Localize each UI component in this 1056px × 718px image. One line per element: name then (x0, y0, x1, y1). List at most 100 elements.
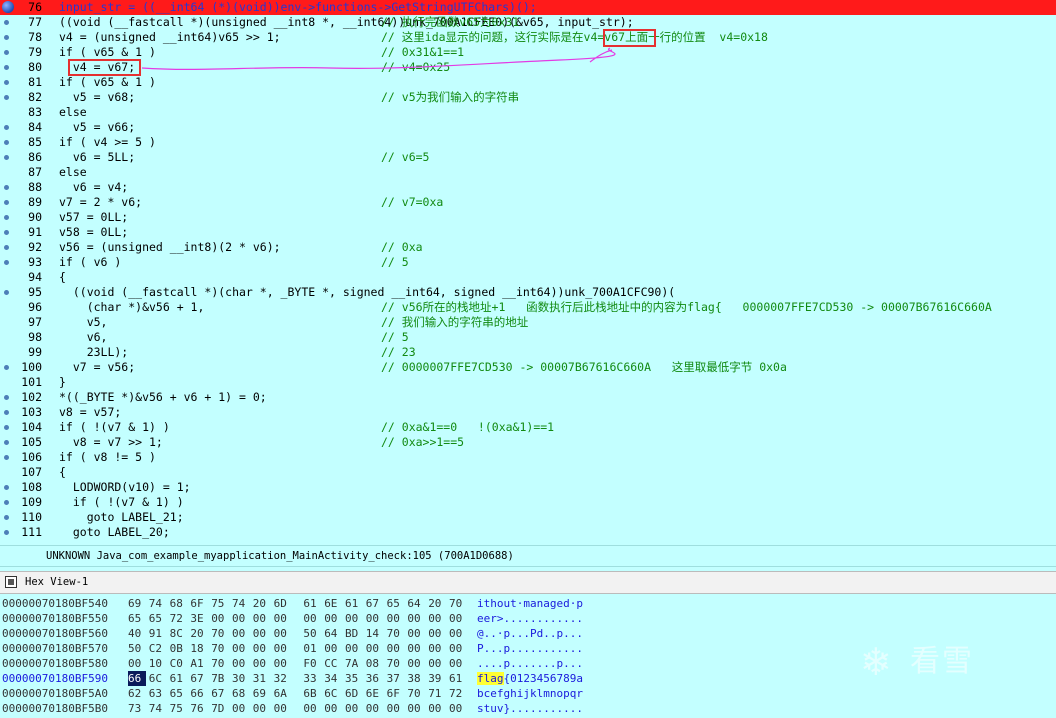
hex-byte[interactable]: 36 (366, 671, 384, 686)
hex-byte[interactable]: 39 (428, 671, 446, 686)
hex-byte[interactable]: 35 (345, 671, 363, 686)
hex-byte[interactable]: 6B (303, 686, 321, 701)
hex-byte[interactable]: 7D (211, 701, 229, 716)
hex-byte[interactable]: 61 (449, 671, 467, 686)
line-gutter[interactable]: 109 (0, 495, 44, 510)
hex-ascii[interactable]: flag{0123456789a (477, 671, 583, 686)
hex-byte[interactable]: 31 (253, 671, 271, 686)
hex-byte[interactable]: 00 (345, 611, 363, 626)
hex-byte[interactable]: 67 (366, 596, 384, 611)
hex-view-tab[interactable]: Hex View-1 (0, 571, 1056, 594)
code-line[interactable]: 84 v5 = v66; (0, 120, 1056, 135)
hex-byte[interactable]: 65 (170, 686, 188, 701)
hex-byte[interactable]: 00 (232, 641, 250, 656)
hex-byte[interactable]: 6E (324, 596, 342, 611)
line-marker-icon[interactable] (4, 500, 9, 505)
hex-byte[interactable]: 6D (274, 596, 292, 611)
code-line[interactable]: 100 v7 = v56; // 0000007FFE7CD530 -> 0000… (0, 360, 1056, 375)
line-marker-icon[interactable] (4, 215, 9, 220)
hex-ascii[interactable]: stuv}........... (477, 701, 583, 716)
hex-byte[interactable]: 00 (428, 611, 446, 626)
line-gutter[interactable]: 87 (0, 165, 44, 180)
hex-byte[interactable]: 65 (149, 611, 167, 626)
hex-byte[interactable]: 00 (449, 641, 467, 656)
hex-byte[interactable]: 01 (303, 641, 321, 656)
line-gutter[interactable]: 100 (0, 360, 44, 375)
hex-byte[interactable]: 91 (149, 626, 167, 641)
code-line[interactable]: 90 v57 = 0LL; (0, 210, 1056, 225)
hex-byte[interactable]: 00 (428, 701, 446, 716)
hex-byte[interactable]: 00 (449, 701, 467, 716)
hex-byte[interactable]: 00 (387, 641, 405, 656)
hex-byte[interactable]: 7B (211, 671, 229, 686)
line-marker-icon[interactable] (4, 155, 9, 160)
hex-byte[interactable]: 75 (211, 596, 229, 611)
hex-byte[interactable]: 61 (303, 596, 321, 611)
hex-byte[interactable]: 3E (190, 611, 208, 626)
hex-byte[interactable]: 6D (345, 686, 363, 701)
code-line[interactable]: 110 goto LABEL_21; (0, 510, 1056, 525)
hex-byte[interactable]: 00 (449, 656, 467, 671)
hex-byte[interactable]: 6C (324, 686, 342, 701)
hex-byte[interactable]: 00 (274, 626, 292, 641)
code-line[interactable]: 102 *((_BYTE *)&v56 + v6 + 1) = 0; (0, 390, 1056, 405)
hex-byte[interactable]: 32 (274, 671, 292, 686)
line-gutter[interactable]: 91 (0, 225, 44, 240)
code-line[interactable]: 108 LODWORD(v10) = 1; (0, 480, 1056, 495)
hex-byte[interactable]: 0B (170, 641, 188, 656)
line-marker-icon[interactable] (4, 410, 9, 415)
line-gutter[interactable]: 88 (0, 180, 44, 195)
line-marker-icon[interactable] (4, 200, 9, 205)
hex-ascii[interactable]: ....p.......p... (477, 656, 583, 671)
code-line[interactable]: 111 goto LABEL_20; (0, 525, 1056, 540)
hex-byte[interactable]: 00 (303, 611, 321, 626)
code-line[interactable]: 104 if ( !(v7 & 1) ) // 0xa&1==0 !(0xa&1)=… (0, 420, 1056, 435)
code-line[interactable]: 103 v8 = v57; (0, 405, 1056, 420)
hex-ascii[interactable]: ithout·managed·p (477, 596, 583, 611)
hex-byte[interactable]: F0 (303, 656, 321, 671)
hex-byte[interactable]: 70 (211, 656, 229, 671)
hex-byte[interactable]: 00 (253, 656, 271, 671)
hex-byte[interactable]: 65 (387, 596, 405, 611)
line-gutter[interactable]: 104 (0, 420, 44, 435)
hex-byte[interactable]: 74 (149, 596, 167, 611)
line-marker-icon[interactable] (4, 140, 9, 145)
hex-byte[interactable]: 00 (407, 611, 425, 626)
line-gutter[interactable]: 93 (0, 255, 44, 270)
hex-byte[interactable]: 30 (232, 671, 250, 686)
hex-byte[interactable]: 00 (366, 611, 384, 626)
code-line[interactable]: 96 (char *)&v56 + 1, // v56所在的栈地址+1 函数执行后… (0, 300, 1056, 315)
hex-byte[interactable]: 00 (407, 641, 425, 656)
hex-byte[interactable]: 37 (387, 671, 405, 686)
hex-byte[interactable]: 70 (407, 686, 425, 701)
hex-byte[interactable]: 08 (366, 656, 384, 671)
hex-byte[interactable]: A1 (190, 656, 208, 671)
hex-byte[interactable]: 00 (232, 701, 250, 716)
hex-byte[interactable]: 10 (149, 656, 167, 671)
hex-byte[interactable]: 00 (345, 641, 363, 656)
hex-byte[interactable]: 00 (253, 701, 271, 716)
code-line[interactable]: 107 { (0, 465, 1056, 480)
code-line[interactable]: 94 { (0, 270, 1056, 285)
code-line[interactable]: 98 v6, // 5 (0, 330, 1056, 345)
code-line[interactable]: 87 else (0, 165, 1056, 180)
hex-byte[interactable]: C0 (170, 656, 188, 671)
hex-byte[interactable]: BD (345, 626, 363, 641)
hex-byte[interactable]: 70 (211, 626, 229, 641)
hex-byte[interactable]: 00 (345, 701, 363, 716)
code-line[interactable]: 99 23LL); // 23 (0, 345, 1056, 360)
hex-byte[interactable]: 72 (170, 611, 188, 626)
hex-byte[interactable]: 00 (324, 641, 342, 656)
hex-byte[interactable]: 00 (303, 701, 321, 716)
hex-byte[interactable]: 72 (449, 686, 467, 701)
hex-byte[interactable]: 14 (366, 626, 384, 641)
line-marker-icon[interactable] (4, 485, 9, 490)
hex-byte[interactable]: 00 (407, 656, 425, 671)
hex-byte[interactable]: 00 (387, 701, 405, 716)
hex-ascii[interactable]: eer>............ (477, 611, 583, 626)
code-line[interactable]: 106 if ( v8 != 5 ) (0, 450, 1056, 465)
code-line[interactable]: 92 v56 = (unsigned __int8)(2 * v6); // 0xa (0, 240, 1056, 255)
hex-byte[interactable]: 00 (274, 656, 292, 671)
line-gutter[interactable]: 101 (0, 375, 44, 390)
hex-byte[interactable]: 66 (128, 671, 146, 686)
